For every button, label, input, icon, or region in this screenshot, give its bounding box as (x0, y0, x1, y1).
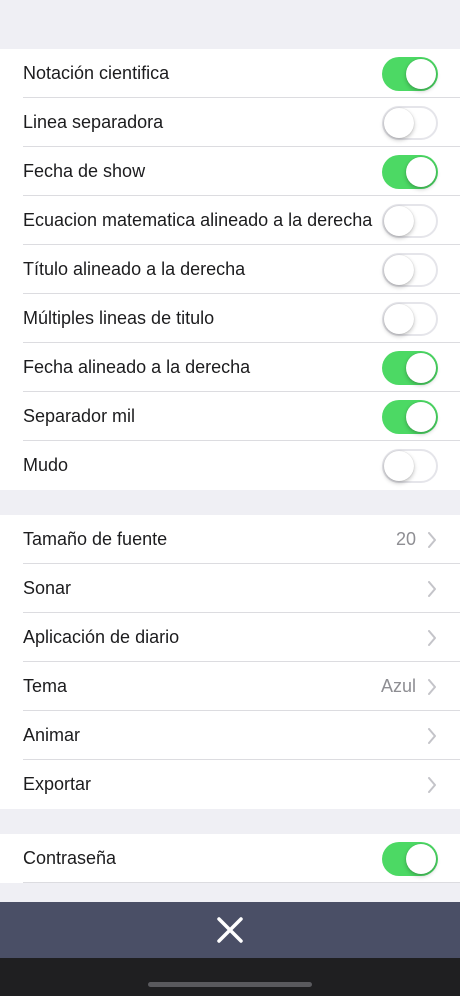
password-toggle[interactable] (382, 841, 438, 876)
option-value: 20 (395, 529, 416, 549)
option-label: Aplicación de diario (23, 627, 180, 647)
row-divider (23, 882, 460, 883)
toggle-knob (384, 107, 414, 138)
mute-toggle[interactable] (382, 448, 438, 483)
setting-row-equation-right-align: Ecuacion matematica alineado a la derech… (0, 196, 460, 245)
setting-row-separator-line: Linea separadora (0, 98, 460, 147)
setting-label: Título alineado a la derecha (23, 259, 246, 279)
chevron-right-icon (426, 531, 438, 549)
toggle-knob (406, 843, 436, 874)
chevron-right-icon (426, 776, 438, 794)
options-group: Tamaño de fuente 20 Sonar Aplicación de … (0, 515, 460, 809)
setting-row-scientific-notation: Notación cientifica (0, 49, 460, 98)
chevron-right-icon (426, 678, 438, 696)
setting-label: Notación cientifica (23, 63, 170, 83)
top-spacer (0, 0, 460, 49)
setting-label: Contraseña (23, 848, 117, 868)
scientific-notation-toggle[interactable] (382, 56, 438, 91)
option-row-journal-app[interactable]: Aplicación de diario (0, 613, 460, 662)
toggle-knob (406, 58, 436, 89)
toggle-knob (406, 156, 436, 187)
setting-row-multiline-title: Múltiples lineas de titulo (0, 294, 460, 343)
setting-label: Mudo (23, 455, 69, 475)
setting-row-password: Contraseña (0, 834, 460, 883)
option-label: Animar (23, 725, 81, 745)
chevron-right-icon (426, 629, 438, 647)
display-settings-group: Notación cientifica Linea separadora Fec… (0, 49, 460, 490)
option-label: Sonar (23, 578, 72, 598)
setting-row-show-date: Fecha de show (0, 147, 460, 196)
toggle-knob (406, 352, 436, 383)
title-right-align-toggle[interactable] (382, 252, 438, 287)
close-icon (217, 917, 243, 943)
date-right-align-toggle[interactable] (382, 350, 438, 385)
setting-row-mute: Mudo (0, 441, 460, 490)
toggle-knob (406, 401, 436, 432)
toggle-knob (384, 450, 414, 481)
option-row-theme[interactable]: Tema Azul (0, 662, 460, 711)
option-label: Tamaño de fuente (23, 529, 168, 549)
setting-row-thousands-separator: Separador mil (0, 392, 460, 441)
show-date-toggle[interactable] (382, 154, 438, 189)
setting-label: Fecha alineado a la derecha (23, 357, 251, 377)
thousands-separator-toggle[interactable] (382, 399, 438, 434)
option-label: Tema (23, 676, 68, 696)
setting-row-date-right-align: Fecha alineado a la derecha (0, 343, 460, 392)
option-row-export[interactable]: Exportar (0, 760, 460, 809)
toggle-knob (384, 205, 414, 236)
multiline-title-toggle[interactable] (382, 301, 438, 336)
option-row-animate[interactable]: Animar (0, 711, 460, 760)
option-row-font-size[interactable]: Tamaño de fuente 20 (0, 515, 460, 564)
setting-row-title-right-align: Título alineado a la derecha (0, 245, 460, 294)
setting-label: Fecha de show (23, 161, 146, 181)
setting-label: Múltiples lineas de titulo (23, 308, 215, 328)
option-row-sound[interactable]: Sonar (0, 564, 460, 613)
option-label: Exportar (23, 774, 92, 794)
separator-line-toggle[interactable] (382, 105, 438, 140)
setting-label: Separador mil (23, 406, 136, 426)
home-indicator-area (0, 958, 460, 996)
chevron-right-icon (426, 580, 438, 598)
chevron-right-icon (426, 727, 438, 745)
toggle-knob (384, 254, 414, 285)
close-button[interactable] (202, 902, 258, 958)
home-indicator[interactable] (148, 982, 312, 987)
setting-label: Ecuacion matematica alineado a la derech… (23, 210, 373, 230)
setting-label: Linea separadora (23, 112, 164, 132)
bottom-bar (0, 902, 460, 958)
toggle-knob (384, 303, 414, 334)
option-value: Azul (380, 676, 416, 696)
security-group: Contraseña (0, 834, 460, 883)
equation-right-align-toggle[interactable] (382, 203, 438, 238)
